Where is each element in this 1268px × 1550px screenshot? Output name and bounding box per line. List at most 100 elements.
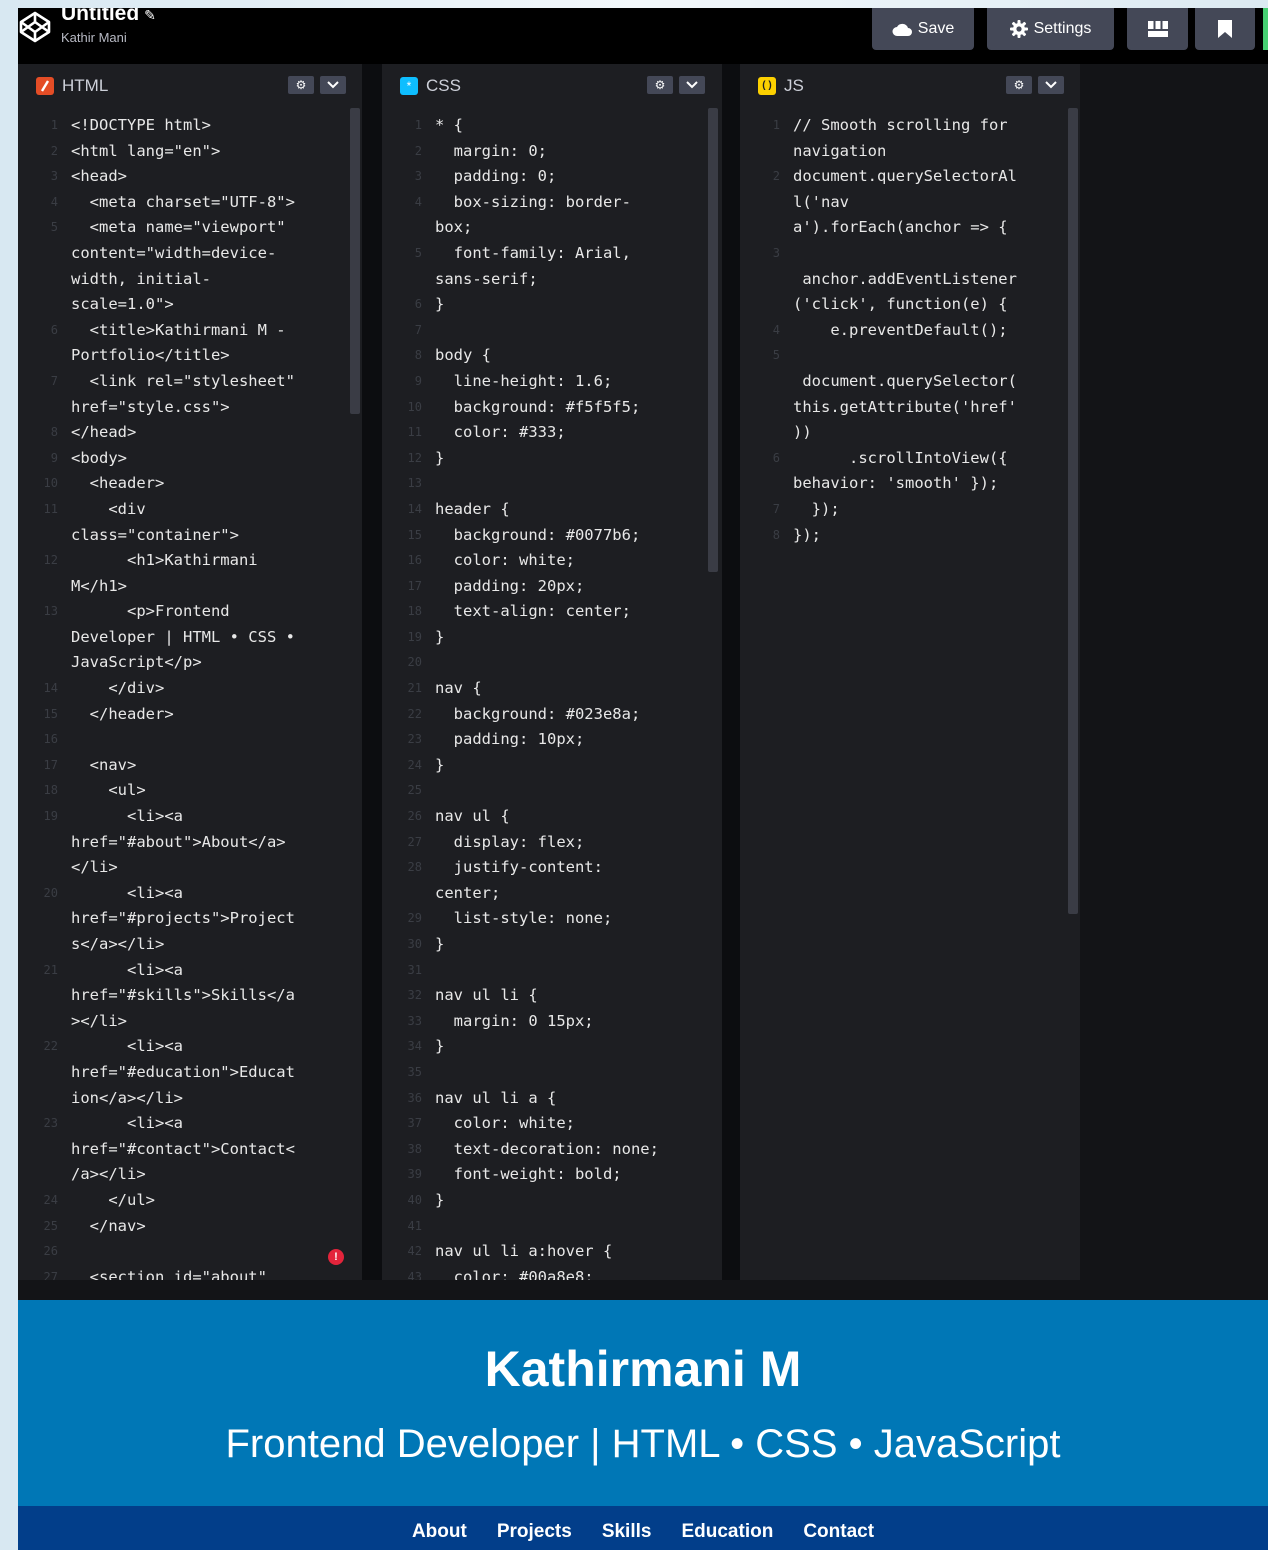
code-line[interactable]: 31 <box>382 958 722 984</box>
html-collapse-button[interactable] <box>320 76 346 94</box>
code-line[interactable]: 29 list-style: none; <box>382 906 722 932</box>
code-line[interactable]: a').forEach(anchor => { <box>740 215 1080 241</box>
css-code-area[interactable]: 1 * {2 margin: 0; 3 padding: 0; 4 box-sizin… <box>382 113 722 1280</box>
code-line[interactable]: width, initial- <box>18 267 362 293</box>
code-line[interactable]: 28 justify-content: <box>382 855 722 881</box>
code-line[interactable]: 9 <body> <box>18 446 362 472</box>
code-line[interactable]: 6 <title>Kathirmani M - <box>18 318 362 344</box>
code-line[interactable]: this.getAttribute('href' <box>740 395 1080 421</box>
code-line[interactable]: ></li> <box>18 1009 362 1035</box>
code-line[interactable]: Portfolio</title> <box>18 343 362 369</box>
code-line[interactable]: 41 <box>382 1214 722 1240</box>
code-line[interactable]: 12 <h1>Kathirmani <box>18 548 362 574</box>
js-collapse-button[interactable] <box>1038 76 1064 94</box>
html-scrollbar[interactable] <box>350 108 360 414</box>
code-line[interactable]: 8}); <box>740 523 1080 549</box>
code-line[interactable]: M</h1> <box>18 574 362 600</box>
code-line[interactable]: 18 text-align: center; <box>382 599 722 625</box>
code-line[interactable]: JavaScript</p> <box>18 650 362 676</box>
code-line[interactable]: 13 <p>Frontend <box>18 599 362 625</box>
code-line[interactable]: 24} <box>382 753 722 779</box>
code-line[interactable]: sans-serif; <box>382 267 722 293</box>
code-line[interactable]: 21 <li><a <box>18 958 362 984</box>
html-editor-panel[interactable]: HTML ⚙ 1 <!DOCTYPE html> 2 <html lang="en">… <box>18 64 362 1280</box>
code-line[interactable]: ion</a></li> <box>18 1086 362 1112</box>
code-line[interactable]: 33 margin: 0 15px; <box>382 1009 722 1035</box>
code-line[interactable]: 26 nav ul { <box>382 804 722 830</box>
code-line[interactable]: 25 </nav> <box>18 1214 362 1240</box>
code-line[interactable]: class="container"> <box>18 523 362 549</box>
code-line[interactable]: 39 font-weight: bold; <box>382 1162 722 1188</box>
code-line[interactable]: 22 <li><a <box>18 1034 362 1060</box>
settings-button[interactable]: Settings <box>987 8 1114 50</box>
js-code-area[interactable]: 1 // Smooth scrolling for navigation 2 docum… <box>740 113 1080 548</box>
code-line[interactable]: Developer | HTML • CSS • <box>18 625 362 651</box>
code-line[interactable]: ('click', function(e) { <box>740 292 1080 318</box>
code-line[interactable]: 40} <box>382 1188 722 1214</box>
code-line[interactable]: /a></li> <box>18 1162 362 1188</box>
code-line[interactable]: 7 }); <box>740 497 1080 523</box>
code-line[interactable]: 7 <link rel="stylesheet" <box>18 369 362 395</box>
code-line[interactable]: 20 <li><a <box>18 881 362 907</box>
code-line[interactable]: href="#skills">Skills</a <box>18 983 362 1009</box>
code-line[interactable]: 27 <section id="about" <box>18 1265 362 1280</box>
code-line[interactable]: scale=1.0"> <box>18 292 362 318</box>
green-edge-button[interactable] <box>1263 8 1268 50</box>
code-line[interactable]: 13 <box>382 471 722 497</box>
code-line[interactable]: 6} <box>382 292 722 318</box>
code-line[interactable]: 16 color: white; <box>382 548 722 574</box>
code-line[interactable]: 10 background: #f5f5f5; <box>382 395 722 421</box>
pin-button[interactable] <box>1195 8 1255 50</box>
code-line[interactable]: 11 <div <box>18 497 362 523</box>
code-line[interactable]: 14 </div> <box>18 676 362 702</box>
code-line[interactable]: l('nav <box>740 190 1080 216</box>
code-line[interactable]: 18 <ul> <box>18 778 362 804</box>
code-line[interactable]: center; <box>382 881 722 907</box>
css-scrollbar[interactable] <box>708 108 718 572</box>
code-line[interactable]: 42 nav ul li a:hover { <box>382 1239 722 1265</box>
save-button[interactable]: Save <box>872 8 974 50</box>
code-line[interactable]: 27 display: flex; <box>382 830 722 856</box>
code-line[interactable]: 19} <box>382 625 722 651</box>
code-line[interactable]: s</a></li> <box>18 932 362 958</box>
project-title[interactable]: Untitled ✎ <box>61 8 156 26</box>
code-line[interactable]: 38 text-decoration: none; <box>382 1137 722 1163</box>
css-settings-button[interactable]: ⚙ <box>647 76 673 94</box>
html-code-area[interactable]: 1 <!DOCTYPE html> 2 <html lang="en"> 3 <head>… <box>18 113 362 1280</box>
js-editor-panel[interactable]: ( ) JS ⚙ 1 // Smooth scrolling for navigat… <box>740 64 1080 1280</box>
project-owner[interactable]: Kathir Mani <box>61 30 127 45</box>
preview-nav-projects[interactable]: Projects <box>497 1521 572 1543</box>
code-line[interactable]: 34} <box>382 1034 722 1060</box>
code-line[interactable]: 8 body { <box>382 343 722 369</box>
code-line[interactable]: href="#about">About</a> <box>18 830 362 856</box>
code-line[interactable]: behavior: 'smooth' }); <box>740 471 1080 497</box>
code-line[interactable]: anchor.addEventListener <box>740 267 1080 293</box>
code-line[interactable]: 23 padding: 10px; <box>382 727 722 753</box>
code-line[interactable]: 5 <box>740 343 1080 369</box>
code-line[interactable]: 19 <li><a <box>18 804 362 830</box>
code-line[interactable]: href="style.css"> <box>18 395 362 421</box>
code-line[interactable]: 3 <head> <box>18 164 362 190</box>
code-line[interactable]: 2 document.querySelectorAl <box>740 164 1080 190</box>
code-line[interactable]: content="width=device- <box>18 241 362 267</box>
code-line[interactable]: 15 background: #0077b6; <box>382 523 722 549</box>
preview-nav-skills[interactable]: Skills <box>602 1521 652 1543</box>
code-line[interactable]: 16 <box>18 727 362 753</box>
code-line[interactable]: href="#education">Educat <box>18 1060 362 1086</box>
preview-nav-contact[interactable]: Contact <box>803 1521 874 1543</box>
code-line[interactable]: navigation <box>740 139 1080 165</box>
code-line[interactable]: 36 nav ul li a { <box>382 1086 722 1112</box>
code-line[interactable]: box; <box>382 215 722 241</box>
edit-pencil-icon[interactable]: ✎ <box>144 8 156 23</box>
code-line[interactable]: 14 header { <box>382 497 722 523</box>
code-line[interactable]: 32 nav ul li { <box>382 983 722 1009</box>
code-line[interactable]: document.querySelector( <box>740 369 1080 395</box>
preview-nav-education[interactable]: Education <box>681 1521 773 1543</box>
code-line[interactable]: 22 background: #023e8a; <box>382 702 722 728</box>
code-line[interactable]: 17 <nav> <box>18 753 362 779</box>
code-line[interactable]: 20 <box>382 650 722 676</box>
code-line[interactable]: 5 <meta name="viewport" <box>18 215 362 241</box>
code-line[interactable]: 35 <box>382 1060 722 1086</box>
code-line[interactable]: 1 * { <box>382 113 722 139</box>
code-line[interactable]: 15 </header> <box>18 702 362 728</box>
